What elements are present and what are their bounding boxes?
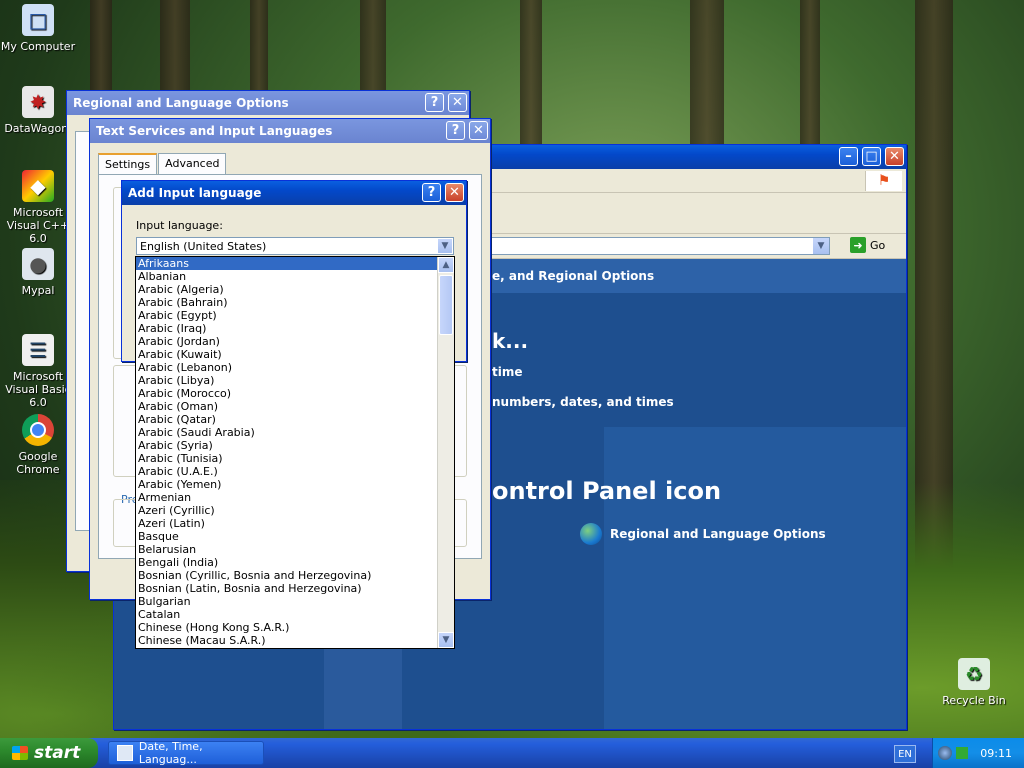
network-icon[interactable] xyxy=(938,746,953,760)
dropdown-scrollbar[interactable]: ▲ ▼ xyxy=(437,257,454,648)
language-indicator[interactable]: EN xyxy=(894,745,916,763)
visual-cpp-icon: ◆ xyxy=(22,170,54,202)
language-option[interactable]: Arabic (Iraq) xyxy=(136,322,454,335)
language-option[interactable]: Arabic (Morocco) xyxy=(136,387,454,400)
language-option[interactable]: Arabic (Bahrain) xyxy=(136,296,454,309)
add-input-language-titlebar[interactable]: Add Input language ? ✕ xyxy=(122,181,466,205)
language-option[interactable]: Arabic (Algeria) xyxy=(136,283,454,296)
mypal-icon: ● xyxy=(22,248,54,280)
language-option[interactable]: Arabic (Lebanon) xyxy=(136,361,454,374)
scroll-down-button[interactable]: ▼ xyxy=(438,632,454,648)
text-services-titlebar[interactable]: Text Services and Input Languages ? ✕ xyxy=(90,119,490,143)
recycle-bin-icon: ♻ xyxy=(958,658,990,690)
close-button[interactable]: ✕ xyxy=(469,121,488,140)
language-option[interactable]: Bosnian (Cyrillic, Bosnia and Herzegovin… xyxy=(136,569,454,582)
help-button[interactable]: ? xyxy=(425,93,444,112)
pick-icon-heading: ontrol Panel icon xyxy=(492,477,722,505)
desktop-icon-visual-basic[interactable]: ☰ Microsoft Visual Basic 6.0 xyxy=(0,334,76,409)
desktop-icon-chrome[interactable]: Google Chrome xyxy=(0,414,76,476)
language-option[interactable]: Afrikaans xyxy=(136,257,454,270)
language-option[interactable]: Bosnian (Latin, Bosnia and Herzegovina) xyxy=(136,582,454,595)
language-option[interactable]: Azeri (Cyrillic) xyxy=(136,504,454,517)
tab-advanced[interactable]: Advanced xyxy=(158,153,227,174)
clock[interactable]: 09:11 xyxy=(980,747,1012,760)
safely-remove-icon[interactable] xyxy=(956,747,969,759)
desktop-icon-datawagon[interactable]: ✸ DataWagon. xyxy=(0,86,76,135)
input-language-combo[interactable]: English (United States) ▼ xyxy=(136,237,454,255)
system-tray: 09:11 xyxy=(932,738,1024,768)
language-option[interactable]: Azeri (Latin) xyxy=(136,517,454,530)
windows-flag-icon xyxy=(12,746,28,760)
input-language-dropdown[interactable]: Afrikaans Albanian Arabic (Algeria) Arabic … xyxy=(135,256,455,649)
language-option[interactable]: Belarusian xyxy=(136,543,454,556)
start-button[interactable]: start xyxy=(0,738,98,768)
language-option[interactable]: Bulgarian xyxy=(136,595,454,608)
regional-options-titlebar[interactable]: Regional and Language Options ? ✕ xyxy=(67,91,469,115)
close-button[interactable]: ✕ xyxy=(885,147,904,166)
go-arrow-icon: ➜ xyxy=(850,237,866,253)
language-option[interactable]: Armenian xyxy=(136,491,454,504)
help-button[interactable]: ? xyxy=(422,183,441,202)
language-option[interactable]: Albanian xyxy=(136,270,454,283)
windows-logo-icon: ⚑ xyxy=(865,171,902,191)
chrome-icon xyxy=(22,414,54,446)
language-option[interactable]: Bengali (India) xyxy=(136,556,454,569)
scroll-up-button[interactable]: ▲ xyxy=(438,257,454,273)
link-numbers-dates-times[interactable]: numbers, dates, and times xyxy=(492,395,674,409)
language-option[interactable]: Chinese (Macau S.A.R.) xyxy=(136,634,454,647)
close-button[interactable]: ✕ xyxy=(445,183,464,202)
go-button[interactable]: ➜ Go xyxy=(850,237,885,253)
chevron-down-icon[interactable]: ▼ xyxy=(437,238,453,254)
language-option[interactable]: Arabic (Tunisia) xyxy=(136,452,454,465)
language-option[interactable]: Arabic (Jordan) xyxy=(136,335,454,348)
content-panel-right xyxy=(604,427,906,729)
help-button[interactable]: ? xyxy=(446,121,465,140)
desktop-icon-mypal[interactable]: ● Mypal xyxy=(0,248,76,297)
taskbar: start Date, Time, Languag... EN 09:11 xyxy=(0,738,1024,768)
language-option[interactable]: Arabic (Saudi Arabia) xyxy=(136,426,454,439)
maximize-button[interactable]: □ xyxy=(862,147,881,166)
language-option[interactable]: Arabic (Egypt) xyxy=(136,309,454,322)
tab-strip: Settings Advanced xyxy=(98,153,227,174)
close-button[interactable]: ✕ xyxy=(448,93,467,112)
desktop-icon-recycle-bin[interactable]: ♻ Recycle Bin xyxy=(936,658,1012,707)
language-option[interactable]: Arabic (U.A.E.) xyxy=(136,465,454,478)
desktop-icon-my-computer[interactable]: □ My Computer xyxy=(0,4,76,53)
language-option[interactable]: Arabic (Kuwait) xyxy=(136,348,454,361)
computer-icon: □ xyxy=(22,4,54,36)
datawagon-icon: ✸ xyxy=(22,86,54,118)
scroll-thumb[interactable] xyxy=(439,275,453,335)
chevron-down-icon[interactable]: ▼ xyxy=(813,238,829,254)
language-option[interactable]: Chinese (Hong Kong S.A.R.) xyxy=(136,621,454,634)
globe-icon xyxy=(580,523,602,545)
language-option[interactable]: Arabic (Yemen) xyxy=(136,478,454,491)
language-option[interactable]: Basque xyxy=(136,530,454,543)
taskbar-task-date-time[interactable]: Date, Time, Languag... xyxy=(108,740,264,766)
visual-basic-icon: ☰ xyxy=(22,334,54,366)
link-time[interactable]: time xyxy=(492,365,523,379)
desktop-icon-visual-cpp[interactable]: ◆ Microsoft Visual C++ 6.0 xyxy=(0,170,76,245)
control-panel-icon xyxy=(117,745,133,761)
language-option[interactable]: Arabic (Oman) xyxy=(136,400,454,413)
minimize-button[interactable]: – xyxy=(839,147,858,166)
regional-options-link[interactable]: Regional and Language Options xyxy=(580,523,826,545)
language-option[interactable]: Catalan xyxy=(136,608,454,621)
language-option[interactable]: Arabic (Syria) xyxy=(136,439,454,452)
language-option[interactable]: Arabic (Libya) xyxy=(136,374,454,387)
language-option[interactable]: Arabic (Qatar) xyxy=(136,413,454,426)
language-list: Afrikaans Albanian Arabic (Algeria) Arabic … xyxy=(136,257,454,647)
tab-settings[interactable]: Settings xyxy=(98,153,158,174)
